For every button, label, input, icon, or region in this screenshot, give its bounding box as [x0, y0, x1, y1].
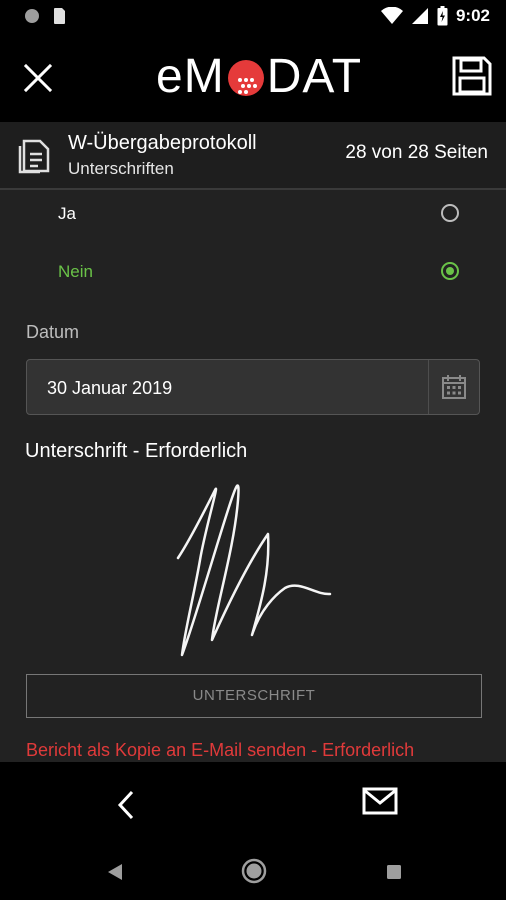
page-counter: 28 von 28 Seiten — [345, 142, 488, 163]
documents-icon — [18, 139, 50, 174]
chevron-left-icon[interactable] — [112, 788, 140, 822]
form-content: Ja Nein Datum 30 Januar 2019 Unterschrif… — [0, 190, 506, 762]
option-label: Nein — [58, 262, 93, 281]
save-button[interactable] — [450, 54, 494, 98]
status-left — [24, 7, 66, 25]
calendar-icon — [442, 375, 466, 399]
circle-icon — [25, 9, 39, 23]
nav-recents-icon[interactable] — [386, 864, 402, 880]
status-bar: 9:02 — [0, 0, 506, 32]
system-nav-bar — [0, 844, 506, 900]
document-header: W-Übergabeprotokoll Unterschriften 28 vo… — [0, 122, 506, 190]
wifi-icon — [380, 7, 403, 24]
signature-drawing — [176, 484, 332, 657]
signature-button[interactable]: UNTERSCHRIFT — [26, 674, 482, 718]
date-label: Datum — [26, 322, 80, 342]
option-ja[interactable]: Ja — [0, 194, 506, 234]
option-label: Ja — [58, 204, 76, 223]
radio-button-selected[interactable] — [441, 262, 459, 280]
date-field[interactable]: 30 Januar 2019 — [26, 359, 480, 415]
app-bar: eM DAT — [0, 32, 506, 122]
date-value: 30 Januar 2019 — [47, 378, 173, 398]
mail-icon[interactable] — [362, 786, 398, 816]
logo-text-left: eM — [156, 49, 225, 103]
sim-card-icon — [54, 8, 65, 24]
logo-dot-icon — [227, 60, 264, 96]
app-logo: eM DAT — [156, 49, 363, 103]
logo-text-right: DAT — [266, 49, 363, 103]
save-icon — [452, 56, 492, 96]
document-title: W-Übergabeprotokoll — [68, 132, 257, 154]
clock: 9:02 — [455, 6, 490, 25]
close-icon — [23, 63, 53, 93]
bottom-bar — [0, 762, 506, 844]
cellular-signal-icon — [411, 8, 428, 24]
nav-home-icon[interactable] — [241, 858, 267, 884]
document-subtitle: Unterschriften — [68, 159, 174, 178]
email-required-label: Bericht als Kopie an E-Mail senden - Erf… — [26, 740, 415, 760]
nav-back-icon[interactable] — [104, 862, 124, 882]
status-right: 9:02 — [380, 6, 490, 26]
signature-heading: Unterschrift - Erforderlich — [25, 440, 248, 462]
radio-button[interactable] — [441, 204, 459, 222]
option-nein[interactable]: Nein — [0, 252, 506, 292]
close-button[interactable] — [18, 58, 58, 98]
battery-charging-icon — [437, 6, 448, 26]
calendar-button[interactable] — [428, 360, 479, 414]
